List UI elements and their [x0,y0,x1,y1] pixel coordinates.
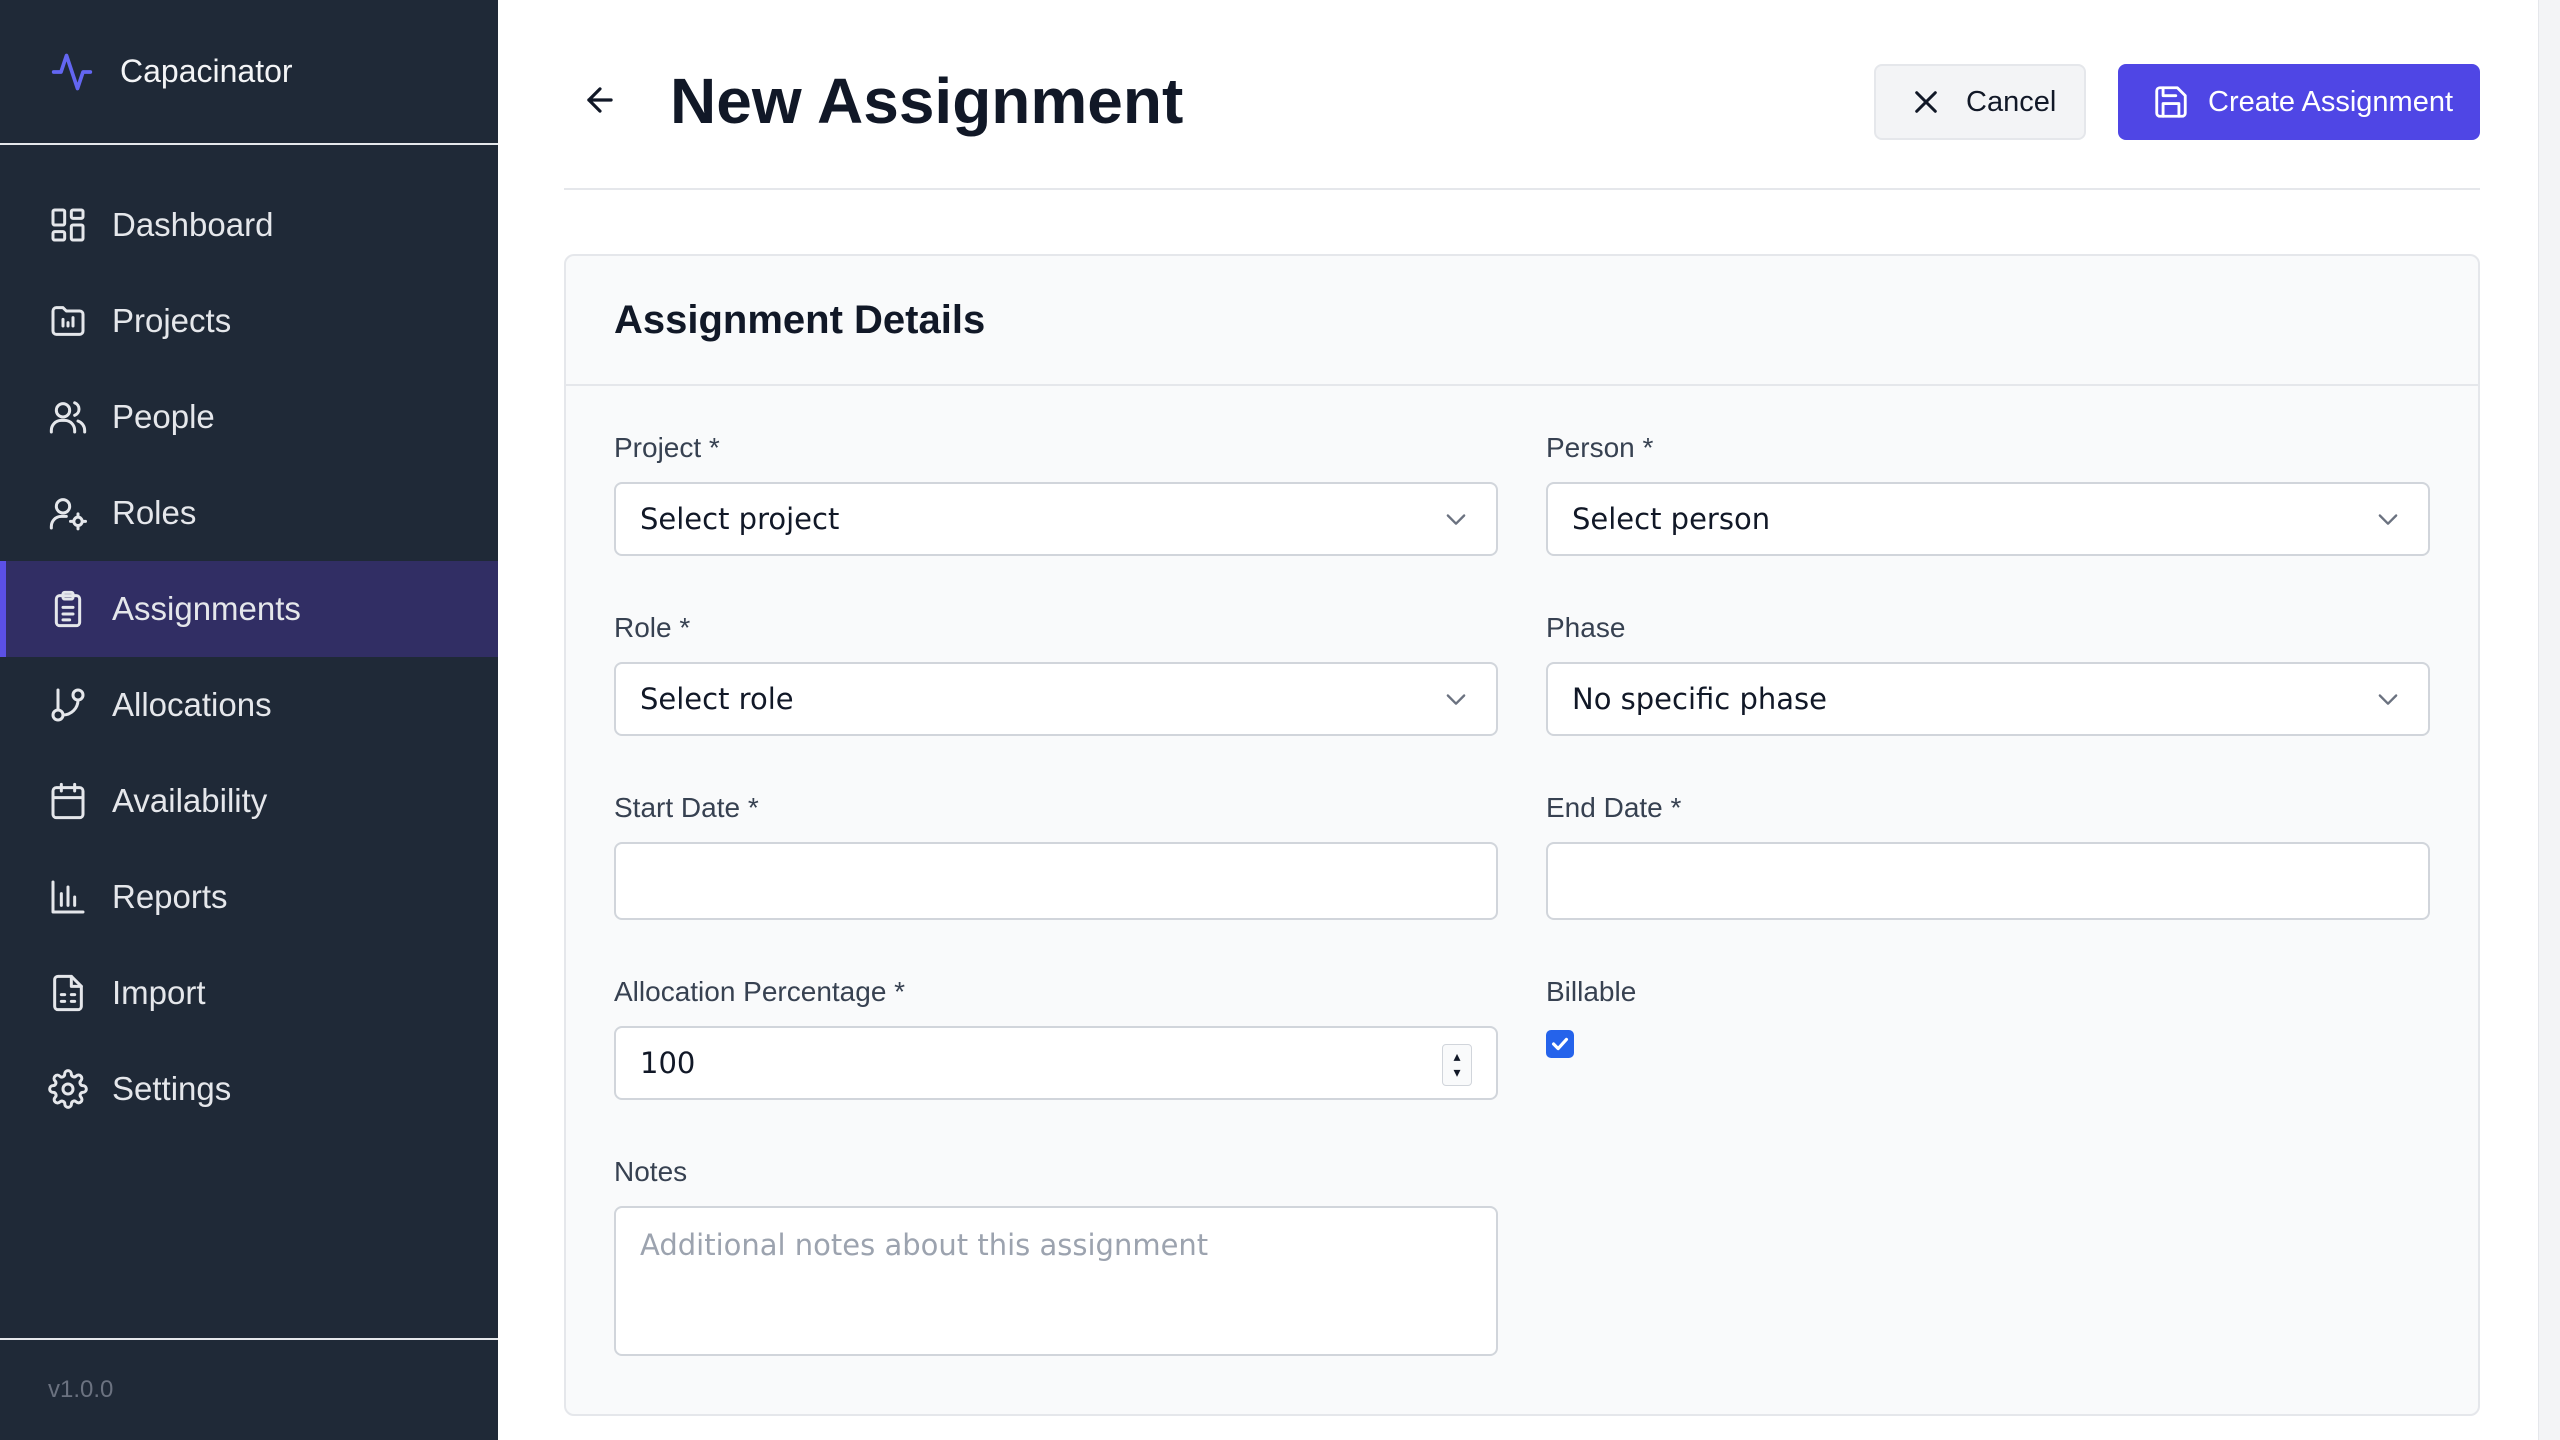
card-header: Assignment Details [566,256,2478,386]
gear-icon [48,1069,88,1109]
billable-label: Billable [1546,976,1637,1007]
sidebar-item-label: Availability [112,782,268,819]
person-field: Person * Select person [1546,428,2430,556]
sidebar: Capacinator Dashboard Projects People Ro… [0,0,498,1440]
git-branch-icon [51,688,85,722]
sidebar-item-reports[interactable]: Reports [0,849,498,945]
allocation-input[interactable]: 100 ▴ ▾ [614,1026,1498,1100]
chevron-down-icon [2378,694,2398,705]
sidebar-item-label: Import [112,974,206,1011]
start-date-label: Start Date * [614,792,759,823]
stepper-down-icon[interactable]: ▾ [1453,1065,1460,1081]
folder-chart-icon [51,306,85,336]
page-scrollbar[interactable] [2538,0,2560,1440]
sidebar-item-label: Assignments [112,590,301,627]
sidebar-item-import[interactable]: Import [0,945,498,1041]
sidebar-nav: Dashboard Projects People Roles Assignme… [0,145,498,1137]
main-content: New Assignment Cancel Create Assignment … [498,0,2560,1440]
allocation-field: Allocation Percentage * 100 ▴ ▾ [614,972,1498,1100]
sidebar-item-people[interactable]: People [0,369,498,465]
allocation-label: Allocation Percentage * [614,976,906,1007]
dashboard-icon [51,208,85,242]
phase-label: Phase [1546,612,1626,643]
sidebar-item-projects[interactable]: Projects [0,273,498,369]
save-icon [2155,86,2187,118]
billable-field: Billable [1546,972,2430,1058]
check-icon [1551,1037,1569,1051]
user-cog-icon [49,498,87,531]
sidebar-item-label: Reports [112,878,228,915]
section-title: Assignment Details [614,297,986,342]
sidebar-item-label: Projects [112,302,232,339]
end-date-input[interactable] [1546,842,2430,920]
bar-chart-icon [51,880,85,914]
project-select-value: Select project [640,502,840,536]
arrow-left-icon [587,87,613,113]
sidebar-item-availability[interactable]: Availability [0,753,498,849]
sidebar-item-label: People [112,398,215,435]
cancel-button[interactable]: Cancel [1874,64,2086,140]
app-name: Capacinator [120,53,293,89]
role-select-value: Select role [640,682,794,716]
project-label: Project * [614,432,720,463]
sidebar-item-label: Settings [112,1070,232,1107]
end-date-field: End Date * [1546,788,2430,920]
start-date-input[interactable] [614,842,1498,920]
sidebar-item-assignments[interactable]: Assignments [0,561,498,657]
file-spreadsheet-icon [53,974,83,1012]
notes-field: Notes Additional notes about this assign… [614,1152,1498,1356]
person-select-value: Select person [1572,502,1771,536]
page-header: New Assignment Cancel Create Assignment [564,40,2480,190]
stepper-up-icon[interactable]: ▴ [1453,1049,1460,1065]
users-icon [49,401,87,434]
chevron-down-icon [1446,694,1466,705]
notes-textarea[interactable]: Additional notes about this assignment [614,1206,1498,1356]
project-field: Project * Select project [614,428,1498,556]
chevron-down-icon [1446,514,1466,525]
page-title: New Assignment [670,65,1184,137]
back-button[interactable] [574,74,626,126]
activity-logo-icon [51,53,93,90]
person-label: Person * [1546,432,1654,463]
role-select[interactable]: Select role [614,662,1498,736]
version-label: v1.0.0 [0,1338,498,1440]
end-date-label: End Date * [1546,792,1682,823]
notes-label: Notes [614,1156,688,1187]
calendar-icon [51,782,85,820]
sidebar-item-label: Allocations [112,686,272,723]
start-date-field: Start Date * [614,788,1498,920]
close-icon [1915,91,1937,113]
create-button-label: Create Assignment [2208,85,2454,118]
project-select[interactable]: Select project [614,482,1498,556]
allocation-stepper[interactable]: ▴ ▾ [1442,1044,1472,1086]
phase-field: Phase No specific phase [1546,608,2430,736]
cancel-button-label: Cancel [1966,85,2057,118]
person-select[interactable]: Select person [1546,482,2430,556]
sidebar-item-label: Dashboard [112,206,274,243]
sidebar-item-settings[interactable]: Settings [0,1041,498,1137]
sidebar-item-allocations[interactable]: Allocations [0,657,498,753]
phase-select-value: No specific phase [1572,682,1827,716]
sidebar-item-roles[interactable]: Roles [0,465,498,561]
clipboard-list-icon [54,590,82,628]
create-assignment-button[interactable]: Create Assignment [2118,64,2480,140]
sidebar-item-label: Roles [112,494,197,531]
phase-select[interactable]: No specific phase [1546,662,2430,736]
allocation-value: 100 [640,1046,696,1080]
chevron-down-icon [2378,514,2398,525]
assignment-details-card: Assignment Details Project * Select proj… [564,254,2480,1416]
brand[interactable]: Capacinator [0,0,498,145]
role-label: Role * [614,612,691,643]
sidebar-item-dashboard[interactable]: Dashboard [0,177,498,273]
role-field: Role * Select role [614,608,1498,736]
billable-checkbox[interactable] [1546,1030,1574,1058]
